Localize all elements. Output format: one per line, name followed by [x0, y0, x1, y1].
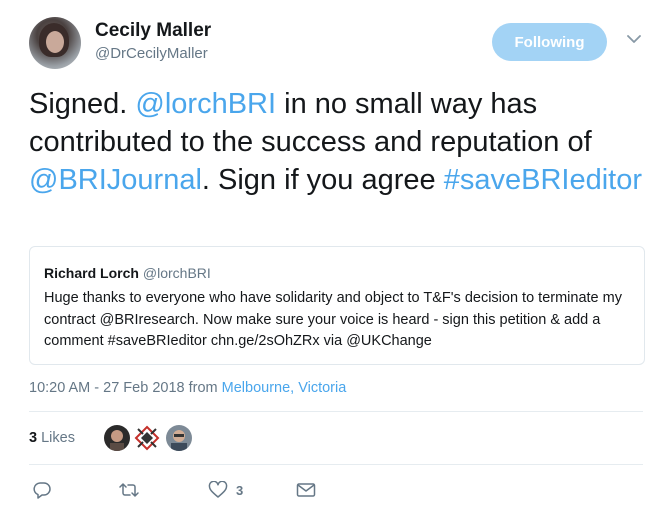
likes-label: Likes [41, 430, 75, 446]
like-button[interactable]: 3 [208, 479, 243, 501]
timestamp-from: from [188, 380, 218, 396]
chevron-down-icon[interactable] [627, 34, 641, 44]
timestamp-time-date[interactable]: 10:20 AM - 27 Feb 2018 [29, 380, 185, 396]
liker-avatar[interactable] [134, 425, 160, 451]
heart-icon [208, 481, 228, 498]
direct-message-button[interactable] [296, 479, 316, 501]
hashtag-link[interactable]: #saveBRIeditor [444, 164, 642, 196]
envelope-icon [296, 483, 316, 497]
likes-summary[interactable]: 3 Likes [29, 430, 75, 446]
following-button[interactable]: Following [492, 23, 607, 61]
reply-icon [33, 482, 51, 499]
retweet-icon [119, 483, 139, 497]
likes-count: 3 [29, 430, 38, 446]
author-display-name[interactable]: Cecily Maller [95, 20, 211, 42]
tweet-timestamp: 10:20 AM - 27 Feb 2018 from Melbourne, V… [29, 380, 346, 396]
author-handle[interactable]: @DrCecilyMaller [95, 45, 208, 62]
location-link[interactable]: Melbourne, Victoria [222, 380, 347, 396]
mention-link-lorchbri[interactable]: @lorchBRI [135, 88, 276, 120]
liker-avatar-image [166, 425, 192, 451]
quoted-tweet-header: Richard Lorch @lorchBRI [44, 265, 211, 281]
quoted-tweet-text: Huge thanks to everyone who have solidar… [44, 290, 622, 349]
quoted-tweet[interactable]: Richard Lorch @lorchBRI Huge thanks to ev… [29, 246, 645, 365]
retweet-button[interactable] [118, 479, 140, 501]
liker-avatar-image [134, 425, 160, 451]
avatar-face [46, 31, 64, 53]
quoted-author-handle: @lorchBRI [142, 265, 211, 281]
quoted-author-name: Richard Lorch [44, 265, 139, 281]
tweet-text-part: . Sign if you agree [201, 164, 444, 196]
mention-link-brijournal[interactable]: @BRIJournal [29, 164, 202, 196]
like-count: 3 [236, 482, 244, 498]
liker-avatar[interactable] [166, 425, 192, 451]
tweet-text-part: Signed. [29, 88, 136, 120]
reply-button[interactable] [33, 479, 51, 501]
author-avatar[interactable] [29, 17, 81, 69]
divider [29, 464, 643, 465]
divider [29, 411, 643, 412]
liker-avatar-image [104, 425, 130, 451]
liker-avatar[interactable] [104, 425, 130, 451]
tweet-text: Signed. @lorchBRI in no small way has co… [29, 85, 659, 199]
